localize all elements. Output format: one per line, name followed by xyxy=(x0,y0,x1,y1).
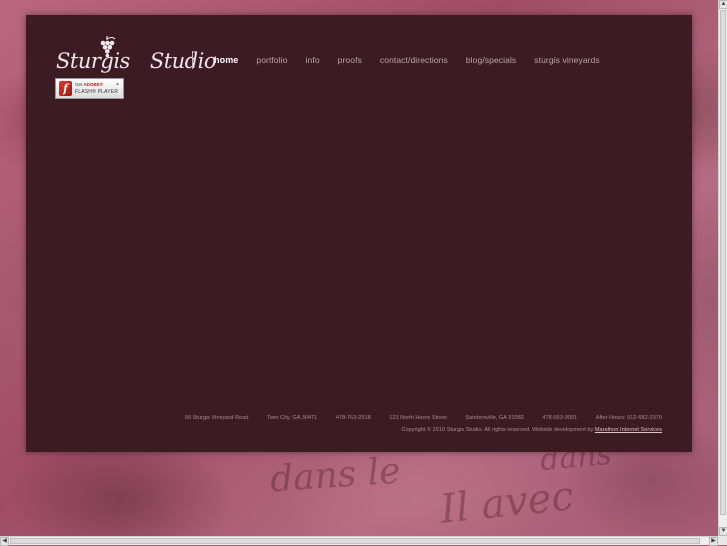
footer-address-2: 123 North Harris Street xyxy=(389,415,447,421)
main-content-panel: Sturgis Studio home portfolio info proofs… xyxy=(26,15,692,452)
horizontal-scroll-thumb[interactable] xyxy=(10,538,700,544)
flash-player-icon: f xyxy=(59,81,72,96)
site-footer: 56 Sturgis Vineyard Road Twin City, GA 3… xyxy=(185,415,662,433)
get-flash-player-button[interactable]: f Get ADOBE® FLASH® PLAYER ▲ xyxy=(55,78,124,99)
scroll-up-icon[interactable]: ▲ xyxy=(719,0,727,9)
logo-divider xyxy=(192,51,193,69)
nav-proofs[interactable]: proofs xyxy=(338,55,362,65)
horizontal-scrollbar[interactable]: ◀ ▶ xyxy=(0,536,718,546)
footer-copyright: Copyright © 2010 Sturgis Studio. All rig… xyxy=(185,427,662,433)
developer-link[interactable]: Marathon Internet Services xyxy=(595,427,662,433)
site-logo[interactable]: Sturgis Studio xyxy=(56,35,216,75)
nav-home[interactable]: home xyxy=(214,55,238,65)
flash-badge-line1: Get ADOBE® xyxy=(75,82,104,87)
flash-badge-line2: FLASH® PLAYER xyxy=(75,89,119,95)
logo-word-studio: Studio xyxy=(149,49,217,73)
adobe-logo-icon: ▲ xyxy=(115,81,120,87)
nav-sturgis-vineyards[interactable]: sturgis vineyards xyxy=(534,55,599,65)
footer-phone-2: 478-553-9001 xyxy=(542,415,578,421)
logo-word-sturgis: Sturgis xyxy=(56,49,130,73)
footer-phone-1: 478-763-2518 xyxy=(335,415,371,421)
nav-info[interactable]: info xyxy=(306,55,320,65)
nav-portfolio[interactable]: portfolio xyxy=(256,55,287,65)
copyright-text: Copyright © 2010 Sturgis Studio. All rig… xyxy=(401,427,594,433)
scrollbar-corner xyxy=(718,536,727,545)
scroll-down-icon[interactable]: ▼ xyxy=(719,527,727,536)
main-navigation: home portfolio info proofs contact/direc… xyxy=(214,55,618,65)
footer-contact-line: 56 Sturgis Vineyard Road Twin City, GA 3… xyxy=(185,415,662,421)
footer-address-1: 56 Sturgis Vineyard Road xyxy=(184,415,249,421)
footer-city-1: Twin City, GA 30471 xyxy=(267,415,318,421)
vertical-scrollbar[interactable]: ▲ ▼ xyxy=(718,0,727,536)
vertical-scroll-thumb[interactable] xyxy=(720,10,726,515)
footer-after-hours: After Hours: 912-682-2379 xyxy=(595,415,662,421)
footer-city-2: Sandersville, GA 31082 xyxy=(465,415,524,421)
nav-contact-directions[interactable]: contact/directions xyxy=(380,55,448,65)
nav-blog-specials[interactable]: blog/specials xyxy=(466,55,516,65)
